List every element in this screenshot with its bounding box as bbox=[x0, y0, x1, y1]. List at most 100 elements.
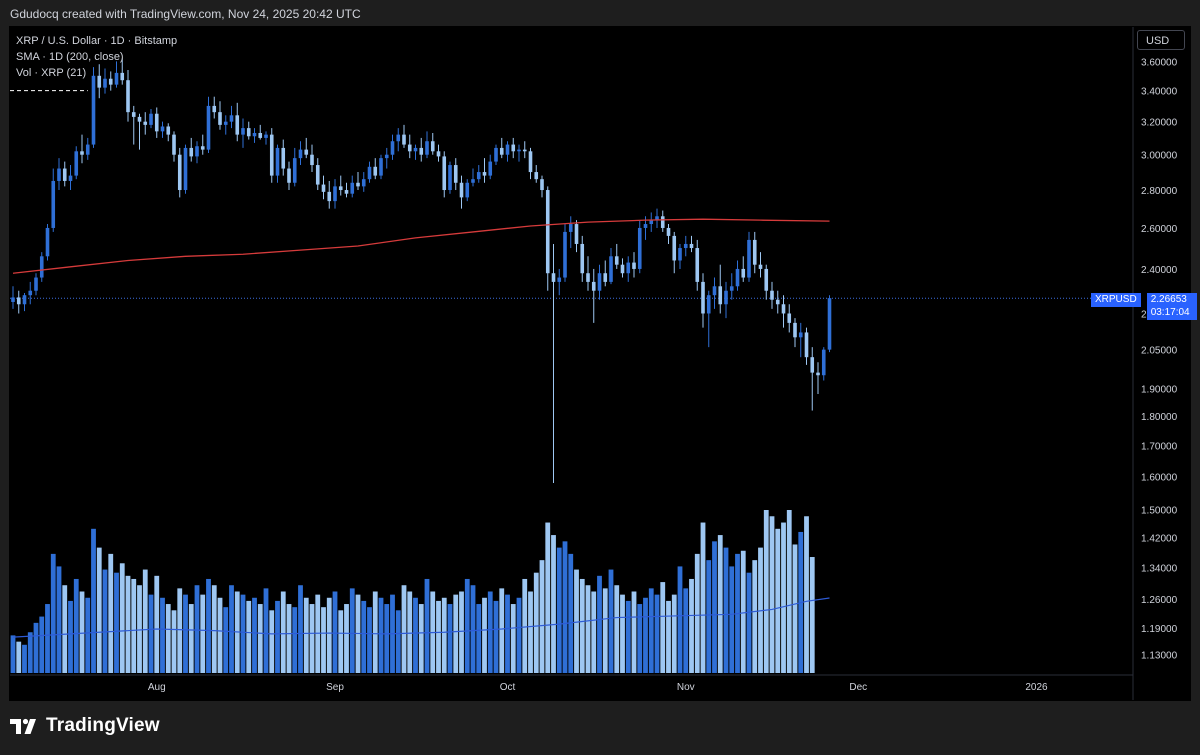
volume-bar bbox=[464, 578, 470, 673]
x-tick-label: Dec bbox=[849, 682, 867, 693]
candle-body bbox=[678, 248, 682, 261]
candle-body bbox=[413, 147, 418, 152]
volume-bar bbox=[614, 585, 620, 673]
candle-body bbox=[344, 190, 349, 194]
volume-bar bbox=[700, 522, 706, 673]
y-tick-label: 2.40000 bbox=[1141, 265, 1178, 276]
candle-body bbox=[206, 105, 211, 150]
x-tick-label: Aug bbox=[148, 682, 166, 693]
legend-volume[interactable]: Vol · XRP (21) bbox=[16, 65, 177, 81]
candle-body bbox=[62, 168, 67, 181]
candle-body bbox=[798, 332, 803, 338]
legend-symbol[interactable]: XRP / U.S. Dollar · 1D · Bitstamp bbox=[16, 33, 177, 49]
candle-body bbox=[11, 297, 15, 302]
candle-body bbox=[28, 290, 33, 296]
tradingview-logo[interactable]: TradingView bbox=[10, 715, 160, 737]
candle-body bbox=[471, 179, 475, 183]
candle-body bbox=[614, 256, 619, 265]
candle-body bbox=[212, 105, 217, 113]
volume-bar bbox=[763, 510, 769, 673]
candle-body bbox=[827, 298, 832, 350]
currency-button[interactable]: USD bbox=[1137, 30, 1185, 50]
candle-body bbox=[195, 146, 199, 157]
candle-body bbox=[223, 121, 228, 125]
volume-bar bbox=[407, 591, 413, 673]
candle-body bbox=[494, 147, 498, 162]
candle-body bbox=[384, 154, 389, 159]
candle-body bbox=[80, 151, 84, 155]
candle-body bbox=[545, 190, 550, 274]
volume-bar bbox=[309, 604, 315, 673]
candle-body bbox=[333, 186, 337, 202]
candle-body bbox=[160, 126, 165, 132]
volume-bar bbox=[602, 588, 608, 673]
volume-bar bbox=[395, 610, 401, 673]
volume-bar bbox=[545, 522, 551, 673]
candle-body bbox=[712, 286, 717, 296]
candle-body bbox=[649, 220, 654, 225]
volume-bar bbox=[505, 594, 510, 673]
chart-legend: XRP / U.S. Dollar · 1D · Bitstamp SMA · … bbox=[16, 33, 177, 81]
volume-bar bbox=[62, 585, 68, 673]
volume-bar bbox=[33, 622, 39, 673]
volume-bar bbox=[257, 604, 263, 673]
candle-body bbox=[304, 149, 309, 155]
candle-body bbox=[252, 132, 257, 137]
candle-body bbox=[22, 295, 27, 305]
candle-body bbox=[45, 227, 50, 257]
footer bbox=[0, 701, 1200, 755]
candle-body bbox=[68, 175, 73, 181]
candle-body bbox=[235, 115, 240, 135]
candle-body bbox=[402, 134, 406, 145]
candle-body bbox=[534, 172, 539, 180]
candle-body bbox=[787, 313, 792, 323]
volume-bar bbox=[631, 591, 637, 673]
candle-body bbox=[453, 165, 458, 183]
candle-body bbox=[338, 186, 343, 191]
candle-body bbox=[683, 243, 688, 249]
candle-body bbox=[327, 191, 332, 202]
candle-body bbox=[522, 149, 527, 152]
candle-body bbox=[557, 277, 562, 282]
candle-body bbox=[551, 273, 556, 282]
volume-bar bbox=[298, 585, 303, 673]
volume-bar bbox=[447, 604, 453, 673]
candle-body bbox=[57, 168, 61, 181]
candle-body bbox=[287, 168, 291, 183]
candle-body bbox=[183, 147, 188, 191]
volume-bar bbox=[73, 578, 79, 673]
candle-body bbox=[821, 349, 826, 376]
volume-bar bbox=[188, 604, 194, 673]
volume-bar bbox=[482, 597, 487, 673]
candle-body bbox=[764, 268, 769, 291]
volume-bar bbox=[252, 597, 257, 673]
volume-bar bbox=[102, 569, 108, 673]
y-tick-label: 2.80000 bbox=[1141, 186, 1178, 197]
candle-body bbox=[246, 128, 251, 137]
volume-bar bbox=[608, 569, 614, 673]
candle-body bbox=[741, 268, 746, 278]
volume-bar bbox=[367, 607, 372, 673]
candle-body bbox=[482, 172, 487, 176]
tradingview-logo-icon bbox=[10, 718, 36, 734]
volume-bar bbox=[556, 547, 562, 673]
candle-body bbox=[315, 165, 320, 185]
candle-body bbox=[591, 281, 596, 291]
volume-bar bbox=[424, 578, 430, 673]
volume-bar bbox=[683, 588, 689, 673]
volume-bar bbox=[418, 604, 424, 673]
candle-body bbox=[517, 149, 521, 152]
candle-body bbox=[189, 147, 194, 157]
volume-bar bbox=[50, 553, 56, 673]
legend-sma[interactable]: SMA · 1D (200, close) bbox=[16, 49, 177, 65]
price-chart[interactable]: 3.60000 3.40000 3.20000 3.00000 2.80000 2.600… bbox=[0, 0, 1200, 755]
last-price-value: 2.26653 bbox=[1150, 294, 1187, 305]
volume-bar bbox=[804, 516, 809, 673]
candle-body bbox=[758, 264, 763, 269]
candle-body bbox=[361, 179, 366, 187]
candle-body bbox=[511, 144, 516, 152]
y-tick-label: 1.90000 bbox=[1141, 385, 1178, 396]
volume-bar bbox=[499, 588, 505, 673]
candle-body bbox=[34, 277, 38, 291]
y-tick-label: 1.80000 bbox=[1141, 412, 1178, 423]
